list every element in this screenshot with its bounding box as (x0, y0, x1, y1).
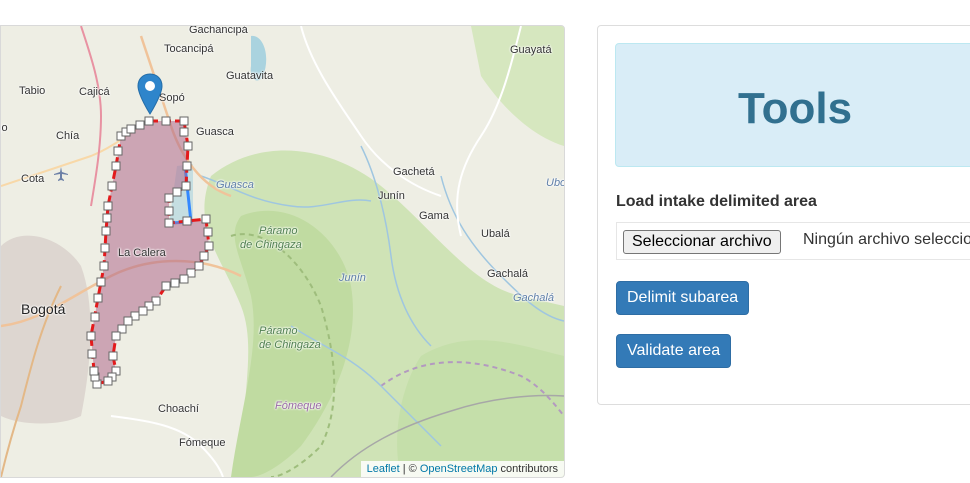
place-label: Gachetá (393, 166, 435, 178)
vertex-handle[interactable] (161, 281, 171, 291)
vertex-handle[interactable] (100, 243, 110, 253)
vertex-handle[interactable] (93, 293, 103, 303)
map-marker-icon[interactable] (137, 73, 163, 115)
place-label: La Calera (118, 247, 166, 259)
place-label: Chía (56, 130, 80, 142)
place-label: Guayatá (510, 44, 552, 56)
load-area-label: Load intake delimited area (616, 193, 817, 210)
file-status-text: Ningún archivo seleccionado (803, 231, 970, 248)
place-label: Junín (339, 272, 366, 284)
vertex-handle[interactable] (182, 161, 192, 171)
place-label: de Chingaza (240, 239, 302, 251)
choose-file-button[interactable]: Seleccionar archivo (623, 230, 781, 254)
place-label: Tabio (19, 85, 46, 97)
vertex-handle[interactable] (111, 161, 121, 171)
vertex-handle[interactable] (164, 206, 174, 216)
place-label: Guasca (196, 126, 234, 138)
place-label: Junín (378, 190, 405, 202)
vertex-handle[interactable] (113, 146, 123, 156)
vertex-handle[interactable] (111, 331, 121, 341)
place-label: Gama (419, 210, 449, 222)
vertex-handle[interactable] (138, 306, 148, 316)
osm-link[interactable]: OpenStreetMap (420, 463, 498, 475)
vertex-handle[interactable] (170, 278, 180, 288)
vertex-handle[interactable] (204, 241, 214, 251)
vertex-handle[interactable] (182, 216, 192, 226)
place-label: Cota (21, 173, 45, 185)
place-label: Tocancipá (164, 43, 214, 55)
delimit-subarea-button[interactable]: Delimit subarea (616, 281, 750, 315)
vertex-handle[interactable] (89, 366, 99, 376)
vertex-handle[interactable] (96, 277, 106, 287)
vertex-handle[interactable] (181, 181, 191, 191)
vertex-handle[interactable] (172, 187, 182, 197)
attribution-contributors: contributors (497, 463, 558, 475)
vertex-handle[interactable] (183, 141, 193, 151)
tools-header: Tools (615, 43, 970, 167)
place-label: Cajicá (79, 86, 110, 98)
place-label: Gachancipá (189, 25, 248, 36)
place-label: Gachalá (487, 268, 528, 280)
tools-panel: Tools Load intake delimited area Selecci… (597, 25, 970, 405)
place-label: Páramo (259, 325, 298, 337)
place-label: Páramo (259, 225, 298, 237)
place-label: Fómeque (275, 400, 322, 412)
vertex-handle[interactable] (103, 376, 113, 386)
place-label: Guatavita (226, 70, 274, 82)
file-input[interactable]: Seleccionar archivo Ningún archivo selec… (616, 222, 970, 260)
vertex-handle[interactable] (107, 181, 117, 191)
vertex-handle[interactable] (203, 227, 213, 237)
place-label: Ubo (546, 177, 565, 189)
place-label: de Chingaza (259, 339, 321, 351)
place-label: Ubalá (481, 228, 510, 240)
place-label: Gachalá (513, 292, 554, 304)
vertex-handle[interactable] (123, 316, 133, 326)
airport-icon (54, 167, 68, 181)
place-label: Guasca (216, 179, 254, 191)
validate-area-button[interactable]: Validate area (616, 334, 732, 368)
vertex-handle[interactable] (179, 116, 189, 126)
vertex-handle[interactable] (194, 261, 204, 271)
vertex-handle[interactable] (86, 331, 96, 341)
map-attribution: Leaflet | © OpenStreetMap contributors (360, 461, 564, 477)
vertex-handle[interactable] (164, 193, 174, 203)
vertex-handle[interactable] (87, 349, 97, 359)
vertex-handle[interactable] (103, 201, 113, 211)
tools-title: Tools (738, 84, 853, 133)
vertex-handle[interactable] (135, 120, 145, 130)
vertex-handle[interactable] (199, 251, 209, 261)
vertex-handle[interactable] (102, 213, 112, 223)
place-label: jo (1, 122, 8, 134)
place-label: Fómeque (179, 437, 226, 449)
map-view[interactable]: Gachancipá Tocancipá Guayatá Guatavita T… (0, 25, 565, 478)
vertex-handle[interactable] (179, 127, 189, 137)
vertex-handle[interactable] (126, 124, 136, 134)
vertex-handle[interactable] (144, 116, 154, 126)
vertex-handle[interactable] (101, 226, 111, 236)
place-label: Bogotá (21, 301, 66, 317)
vertex-handle[interactable] (179, 274, 189, 284)
attribution-separator: | © (399, 463, 420, 475)
vertex-handle[interactable] (99, 261, 109, 271)
vertex-handle[interactable] (90, 312, 100, 322)
vertex-handle[interactable] (201, 214, 211, 224)
leaflet-link[interactable]: Leaflet (367, 463, 400, 475)
vertex-handle[interactable] (164, 218, 174, 228)
vertex-handle[interactable] (108, 351, 118, 361)
place-label: Choachí (158, 403, 199, 415)
vertex-handle[interactable] (161, 116, 171, 126)
